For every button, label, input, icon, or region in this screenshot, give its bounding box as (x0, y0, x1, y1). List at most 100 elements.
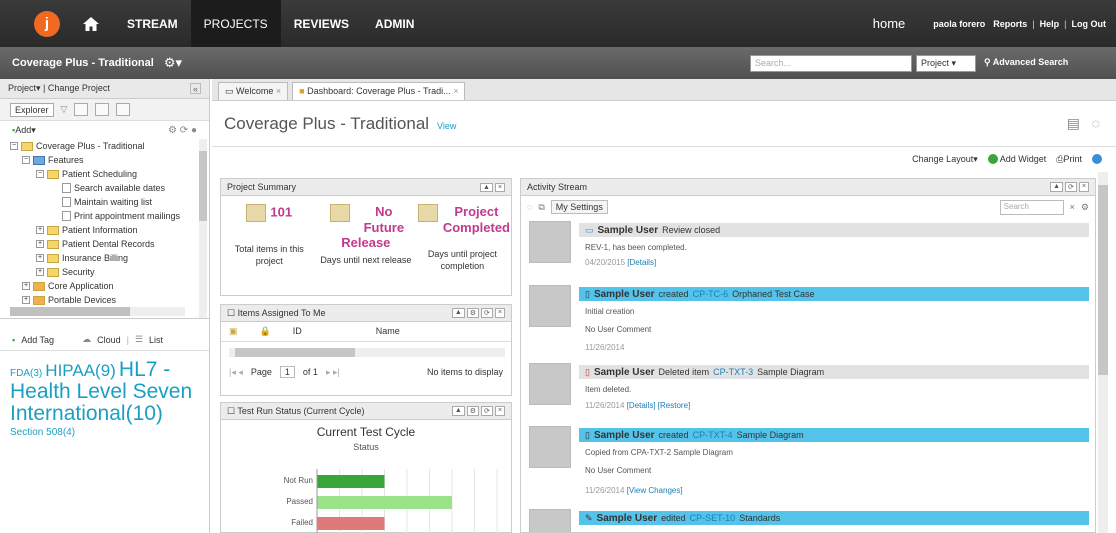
lock-icon[interactable]: 🔒 (260, 326, 271, 337)
settings-icon[interactable]: ⚙ (466, 308, 480, 318)
expand-icon[interactable]: + (36, 254, 44, 262)
comment-icon[interactable]: ▤ ◌ (1067, 115, 1100, 132)
search-scope-select[interactable]: Project ▾ (916, 55, 976, 72)
collapse-icon[interactable]: ▲ (1050, 182, 1064, 192)
list-toggle[interactable]: List (149, 335, 163, 345)
tag-section-508[interactable]: Section 508(4) (10, 428, 199, 439)
tree-node-dental-records[interactable]: + Patient Dental Records (36, 239, 155, 249)
project-name[interactable]: Coverage Plus - Traditional (12, 57, 154, 69)
gear-icon[interactable]: ⚙ (1081, 202, 1089, 213)
grid-icon[interactable] (74, 103, 89, 116)
tree-node-core-application[interactable]: + Core Application (22, 281, 114, 291)
type-column-icon[interactable]: ▣ (229, 326, 238, 337)
close-icon[interactable]: × (1078, 182, 1089, 192)
tree-node-insurance-billing[interactable]: + Insurance Billing (36, 253, 128, 263)
expand-icon[interactable]: + (36, 268, 44, 276)
expand-icon[interactable]: + (36, 240, 44, 248)
first-page-icon[interactable]: |◂ ◂ (229, 367, 243, 378)
details-link[interactable]: [Details] (627, 258, 656, 267)
collapse-icon[interactable]: ▲ (451, 308, 465, 318)
nav-admin[interactable]: ADMIN (362, 0, 427, 47)
gear-icon[interactable]: ⚙▾ (164, 55, 182, 71)
column-name[interactable]: Name (376, 326, 400, 337)
comment-icon[interactable]: ◌ (527, 202, 532, 212)
item-id-link[interactable]: CP-TXT-3 (713, 367, 753, 377)
expand-icon[interactable]: + (22, 282, 30, 290)
tree-node-patient-scheduling[interactable]: − Patient Scheduling (36, 169, 137, 179)
advanced-search-link[interactable]: ⚲ Advanced Search (984, 57, 1068, 68)
tree-node-project[interactable]: − Coverage Plus - Traditional (10, 141, 145, 151)
add-widget-button[interactable]: Add Widget (987, 154, 1046, 165)
chart-bar[interactable] (317, 496, 452, 509)
collapse-icon[interactable]: − (22, 156, 30, 164)
explorer-tab[interactable]: Explorer (10, 102, 54, 117)
help-icon[interactable] (1092, 154, 1102, 164)
collapse-icon[interactable]: « (189, 83, 201, 94)
clear-icon[interactable]: × (1070, 202, 1075, 212)
collapse-icon[interactable]: ▲ (451, 406, 465, 416)
refresh-icon[interactable]: ⟳ (481, 308, 493, 318)
close-icon[interactable]: × (494, 406, 505, 416)
activity-user[interactable]: Sample User (594, 367, 655, 378)
nav-stream[interactable]: STREAM (114, 0, 191, 47)
nav-home-link[interactable]: home (873, 16, 906, 31)
expand-icon[interactable]: + (36, 226, 44, 234)
help-link[interactable]: Help (1040, 19, 1060, 29)
cloud-toggle[interactable]: Cloud (97, 335, 121, 345)
nav-projects[interactable]: PROJECTS (190, 0, 281, 47)
home-icon[interactable] (82, 16, 100, 32)
collapse-icon[interactable]: − (10, 142, 18, 150)
activity-user[interactable]: Sample User (597, 513, 658, 524)
copy-icon[interactable]: ⧉ (538, 202, 544, 213)
table-hscrollbar-thumb[interactable] (235, 348, 355, 357)
tab-welcome[interactable]: ▭ Welcome × (218, 82, 289, 100)
next-page-icon[interactable]: ▸ ▸| (326, 367, 340, 378)
tree-node-security[interactable]: + Security (36, 267, 95, 277)
expand-icon[interactable]: + (22, 296, 30, 304)
refresh-icon[interactable]: ⟳ (481, 406, 493, 416)
close-icon[interactable]: × (494, 308, 505, 318)
collapse-icon[interactable]: − (36, 170, 44, 178)
tree-node-leaf[interactable]: Print appointment mailings (62, 211, 180, 221)
tag-fda[interactable]: FDA(3) (10, 368, 42, 379)
tree-node-portable-devices[interactable]: + Portable Devices (22, 295, 116, 305)
main-scrollbar-thumb[interactable] (1098, 185, 1108, 375)
refresh-icon[interactable]: ⟳ (1065, 182, 1077, 192)
search-input[interactable]: Search... (750, 55, 912, 72)
tree-scrollbar-thumb[interactable] (199, 151, 207, 221)
activity-user[interactable]: Sample User (594, 430, 655, 441)
add-button[interactable]: Add▾ (15, 125, 36, 136)
tree-node-leaf[interactable]: Maintain waiting list (62, 197, 152, 207)
chart-bar[interactable] (317, 517, 385, 530)
close-icon[interactable]: × (276, 86, 281, 96)
logout-link[interactable]: Log Out (1072, 19, 1107, 29)
add-tag-button[interactable]: Add Tag (21, 335, 54, 345)
settings-icon[interactable]: ⚙ ⟳ ● (168, 125, 197, 136)
item-id-link[interactable]: CP-TC-6 (693, 289, 729, 299)
activity-user[interactable]: Sample User (598, 225, 659, 236)
tree-node-features[interactable]: − Features (22, 155, 84, 165)
chart-bar[interactable] (317, 475, 385, 488)
reports-link[interactable]: Reports (993, 19, 1027, 29)
filter-icon[interactable]: ▽ (61, 104, 68, 115)
tab-dashboard[interactable]: ■ Dashboard: Coverage Plus - Tradi... × (292, 82, 466, 100)
tree-node-leaf[interactable]: Search available dates (62, 183, 165, 193)
view-changes-link[interactable]: [View Changes] (627, 486, 683, 495)
change-layout-button[interactable]: Change Layout▾ (912, 154, 978, 165)
view-link[interactable]: View (437, 121, 456, 131)
item-id-link[interactable]: CP-SET-10 (690, 513, 736, 523)
settings-icon[interactable]: ⚙ (466, 406, 480, 416)
print-button[interactable]: ⎙Print (1056, 154, 1082, 165)
metric-value[interactable]: 101 (270, 204, 292, 219)
item-id-link[interactable]: CP-TXT-4 (693, 430, 733, 440)
close-icon[interactable]: × (494, 182, 505, 192)
tree-node-patient-information[interactable]: + Patient Information (36, 225, 138, 235)
activity-search-input[interactable]: Search (999, 199, 1064, 215)
project-menu[interactable]: Project▾ | Change Project (8, 83, 110, 94)
collapse-icon[interactable]: ▲ (479, 182, 493, 192)
user-name[interactable]: paola forero (933, 19, 985, 29)
details-restore-links[interactable]: [Details] [Restore] (627, 401, 691, 410)
close-icon[interactable]: × (453, 86, 458, 96)
activity-user[interactable]: Sample User (594, 289, 655, 300)
app-logo[interactable]: j (34, 10, 60, 37)
